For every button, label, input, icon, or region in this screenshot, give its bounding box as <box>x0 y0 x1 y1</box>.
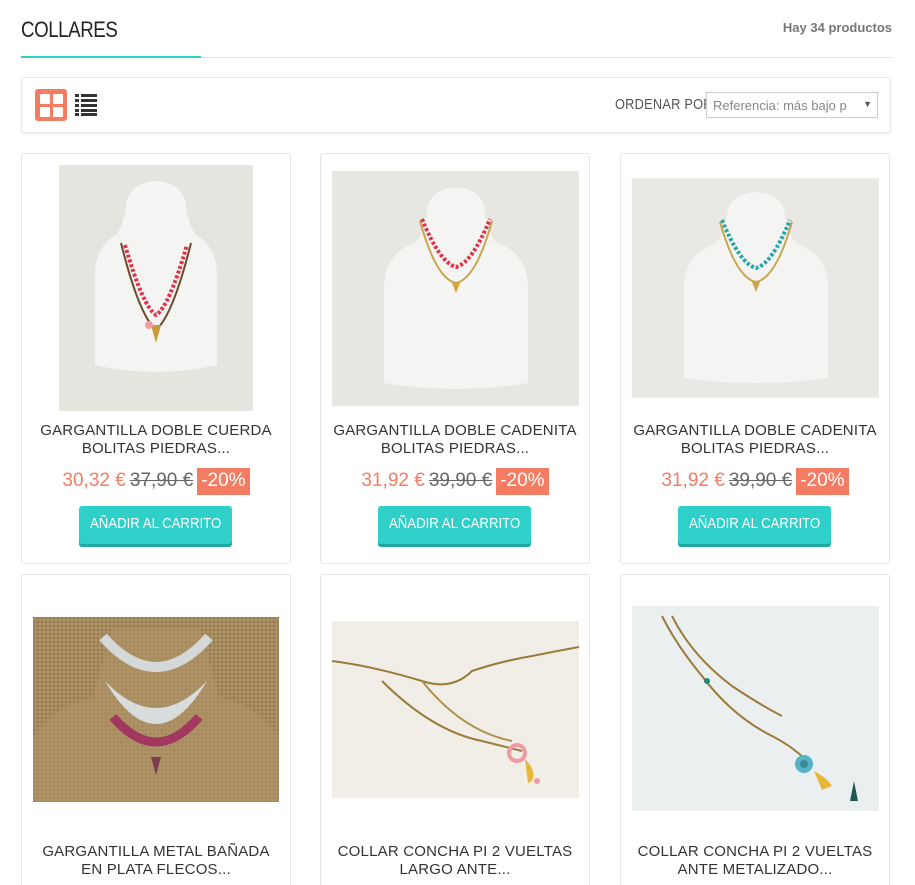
product-name[interactable]: COLLAR CONCHA PI 2 VUELTAS LARGO ANTE... <box>331 843 579 879</box>
category-header: COLLARES Hay 34 productos <box>21 0 893 58</box>
price-row: 31,92 € 39,90 € -20% <box>621 467 889 495</box>
product-image[interactable] <box>632 606 879 811</box>
product-image[interactable] <box>59 165 253 411</box>
add-to-cart-label: AÑADIR AL CARRITO <box>89 515 222 532</box>
product-name[interactable]: GARGANTILLA DOBLE CUERDA BOLITAS PIEDRAS… <box>32 422 280 458</box>
product-old-price: 39,90 € <box>728 470 793 491</box>
list-view-icon[interactable] <box>75 94 97 116</box>
discount-badge: -20% <box>796 467 849 495</box>
product-card[interactable]: GARGANTILLA METAL BAÑADA EN PLATA FLECOS… <box>21 574 291 885</box>
product-count: Hay 34 productos <box>782 20 892 35</box>
product-price: 31,92 € <box>361 470 425 491</box>
product-card[interactable]: GARGANTILLA DOBLE CUERDA BOLITAS PIEDRAS… <box>21 153 291 564</box>
add-to-cart-button[interactable]: AÑADIR AL CARRITO <box>678 506 831 544</box>
add-to-cart-label: AÑADIR AL CARRITO <box>388 515 521 532</box>
sort-label: ORDENAR POR <box>615 96 713 113</box>
add-to-cart-label: AÑADIR AL CARRITO <box>688 515 821 532</box>
product-toolbar: ORDENAR POR Referencia: más bajo p ▼ <box>21 77 891 133</box>
sort-select-value: Referencia: más bajo p <box>713 98 847 113</box>
sort-select[interactable]: Referencia: más bajo p ▼ <box>706 92 878 118</box>
product-image[interactable] <box>33 617 279 802</box>
add-to-cart-button[interactable]: AÑADIR AL CARRITO <box>378 506 531 544</box>
discount-badge: -20% <box>197 467 250 495</box>
product-card[interactable]: COLLAR CONCHA PI 2 VUELTAS LARGO ANTE... <box>320 574 590 885</box>
product-price: 31,92 € <box>661 470 725 491</box>
page-title: COLLARES <box>21 17 118 42</box>
grid-view-icon[interactable] <box>35 89 67 121</box>
product-card[interactable]: GARGANTILLA DOBLE CADENITA BOLITAS PIEDR… <box>620 153 890 564</box>
product-card[interactable]: COLLAR CONCHA PI 2 VUELTAS ANTE METALIZA… <box>620 574 890 885</box>
product-name[interactable]: GARGANTILLA DOBLE CADENITA BOLITAS PIEDR… <box>331 422 579 458</box>
price-row: 30,32 € 37,90 € -20% <box>22 467 290 495</box>
product-name[interactable]: GARGANTILLA METAL BAÑADA EN PLATA FLECOS… <box>32 843 280 879</box>
product-name[interactable]: GARGANTILLA DOBLE CADENITA BOLITAS PIEDR… <box>631 422 879 458</box>
product-image[interactable] <box>332 171 579 406</box>
product-card[interactable]: GARGANTILLA DOBLE CADENITA BOLITAS PIEDR… <box>320 153 590 564</box>
product-image[interactable] <box>332 621 579 798</box>
price-row: 31,92 € 39,90 € -20% <box>321 467 589 495</box>
chevron-down-icon: ▼ <box>863 99 872 109</box>
product-old-price: 37,90 € <box>129 470 194 491</box>
product-image[interactable] <box>632 178 879 398</box>
discount-badge: -20% <box>496 467 549 495</box>
product-old-price: 39,90 € <box>428 470 493 491</box>
title-underline <box>21 56 201 58</box>
add-to-cart-button[interactable]: AÑADIR AL CARRITO <box>79 506 232 544</box>
product-price: 30,32 € <box>62 470 126 491</box>
product-name[interactable]: COLLAR CONCHA PI 2 VUELTAS ANTE METALIZA… <box>631 843 879 879</box>
